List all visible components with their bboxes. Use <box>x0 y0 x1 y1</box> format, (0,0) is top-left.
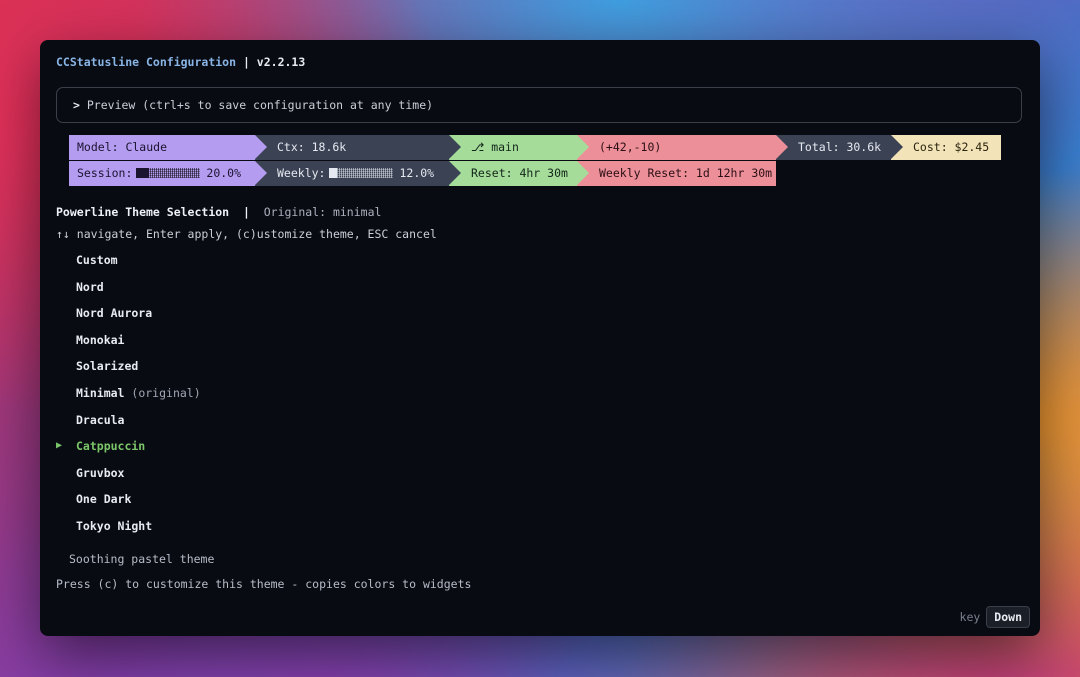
selection-pointer-icon: ▶ <box>56 440 63 452</box>
theme-option[interactable]: Custom <box>56 252 201 279</box>
theme-option-label: One Dark <box>76 492 132 507</box>
preview-label-wrap: > Preview (ctrl+s to save configuration … <box>73 98 433 112</box>
branch-segment: ⎇ main <box>449 135 589 160</box>
theme-option-label: Custom <box>76 253 118 267</box>
weekly-reset-segment: Weekly Reset: 1d 12hr 30m <box>577 161 776 186</box>
theme-description: Soothing pastel theme <box>69 552 215 566</box>
weekly-label: Weekly: <box>277 166 326 180</box>
theme-option-note: (original) <box>131 385 201 400</box>
theme-option-label: Nord Aurora <box>76 306 153 321</box>
key-overlay: key Down <box>960 606 1030 628</box>
cost-segment: Cost: $2.45 <box>891 135 1001 160</box>
title-separator: | <box>236 55 257 69</box>
weekly-value: 12.0% <box>399 166 435 180</box>
session-value: 20.0% <box>206 166 242 180</box>
preview-label: Preview (ctrl+s to save configuration at… <box>86 98 434 112</box>
theme-option[interactable]: Nord <box>56 279 201 306</box>
theme-option[interactable]: Dracula <box>56 412 201 439</box>
session-label: Session: <box>77 166 133 180</box>
theme-option-label: Monokai <box>76 332 125 347</box>
theme-option-label: Dracula <box>76 412 125 427</box>
page-title: CCStatusline Configuration | v2.2.13 <box>56 55 305 69</box>
version-label: v2.2.13 <box>256 55 306 69</box>
theme-option-label: Catppuccin <box>76 439 146 454</box>
total-segment: Total: 30.6k <box>776 135 903 160</box>
diff-segment: (+42,-10) <box>577 135 788 160</box>
theme-option[interactable]: Minimal (original) <box>56 385 201 412</box>
theme-option-label: Minimal <box>76 385 125 400</box>
key-badge: Down <box>986 606 1030 628</box>
theme-option-label: Gruvbox <box>76 465 125 480</box>
theme-option[interactable]: Monokai <box>56 332 201 359</box>
preview-caret: > <box>73 98 80 112</box>
original-theme-label: Original: minimal <box>263 205 382 219</box>
theme-option-label: Solarized <box>76 359 139 374</box>
theme-option-label: Nord <box>76 279 104 294</box>
theme-selection-heading: Powerline Theme Selection | Original: mi… <box>56 205 381 219</box>
theme-option-label: Tokyo Night <box>76 518 153 533</box>
customize-hint: Press (c) to customize this theme - copi… <box>56 577 472 591</box>
model-segment: Model: Claude <box>69 135 267 160</box>
theme-option[interactable]: Nord Aurora <box>56 305 201 332</box>
navigation-hint: ↑↓ navigate, Enter apply, (c)ustomize th… <box>56 227 437 241</box>
theme-option[interactable]: Solarized <box>56 358 201 385</box>
weekly-segment: Weekly: 12.0% <box>255 161 461 186</box>
key-overlay-label: key <box>959 610 981 624</box>
theme-option[interactable]: Gruvbox <box>56 465 201 492</box>
theme-option[interactable]: ▶ Catppuccin <box>56 438 201 465</box>
heading-separator: | <box>229 205 264 219</box>
theme-selection-title: Powerline Theme Selection <box>56 205 230 219</box>
theme-option[interactable]: One Dark <box>56 491 201 518</box>
ctx-segment: Ctx: 18.6k <box>255 135 461 160</box>
weekly-usage-bar <box>329 168 394 178</box>
session-usage-bar <box>136 168 201 178</box>
reset-segment: Reset: 4hr 30m <box>449 161 589 186</box>
preview-box[interactable]: > Preview (ctrl+s to save configuration … <box>56 87 1022 123</box>
git-branch-icon: ⎇ <box>471 140 485 154</box>
session-segment: Session: 20.0% <box>69 161 267 186</box>
terminal-window: CCStatusline Configuration | v2.2.13 > P… <box>40 40 1040 636</box>
theme-option[interactable]: Tokyo Night <box>56 518 201 545</box>
theme-list: Custom Nord Nord Aurora Monokai Solarized Min… <box>56 252 201 545</box>
branch-name: main <box>491 140 519 154</box>
app-name: CCStatusline Configuration <box>56 55 237 69</box>
